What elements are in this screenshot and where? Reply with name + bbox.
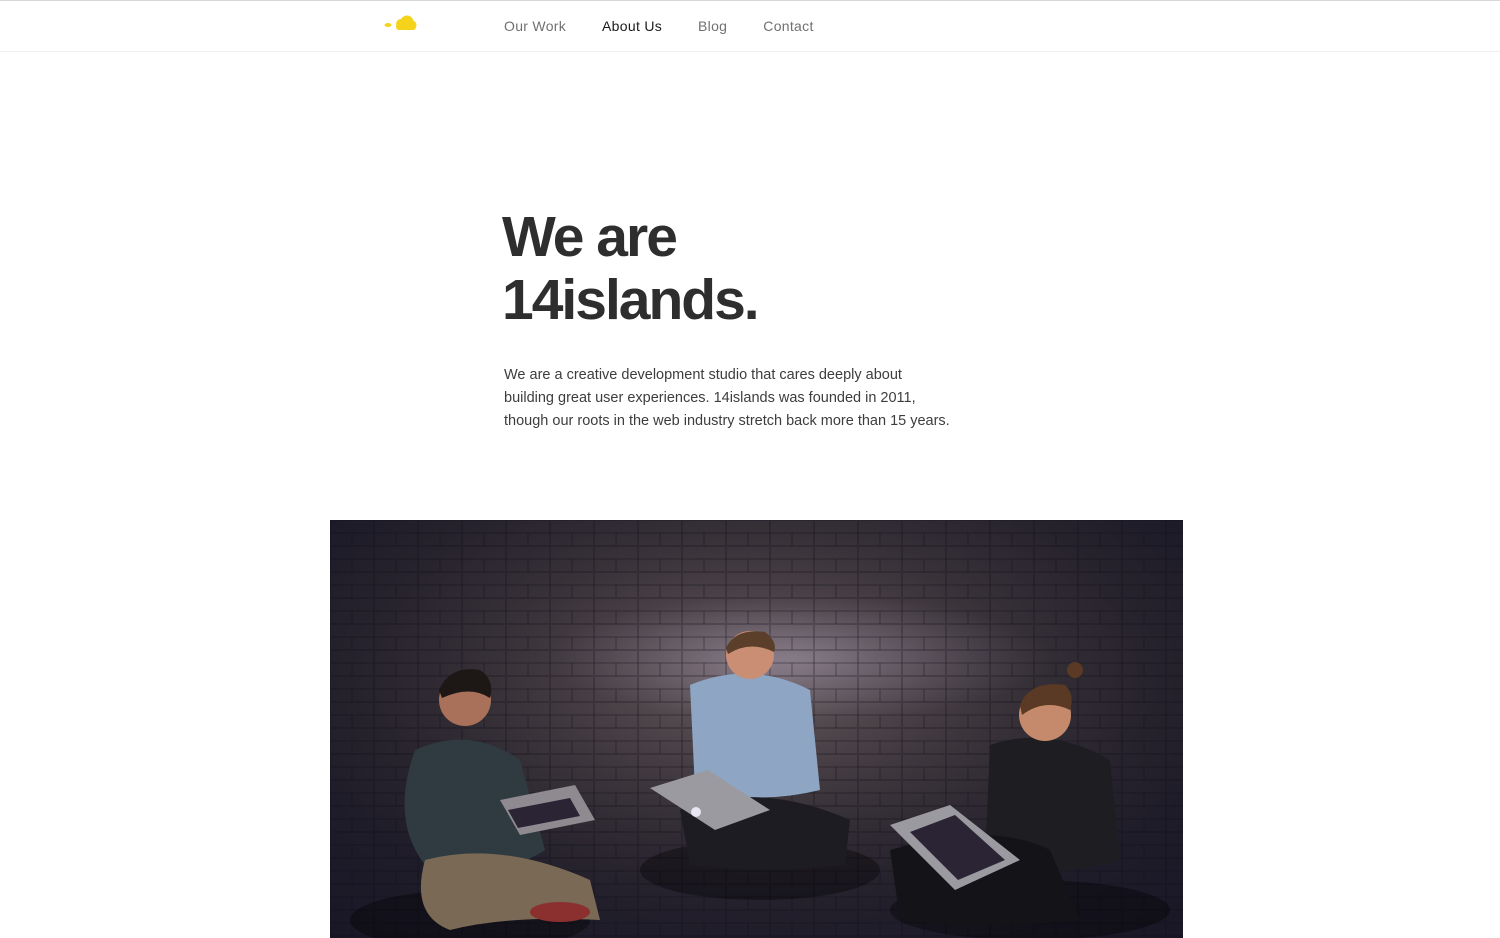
nav-item-about-us[interactable]: About Us	[602, 18, 662, 34]
intro-line-3: though our roots in the web industry str…	[504, 413, 950, 429]
nav-item-contact[interactable]: Contact	[763, 18, 813, 34]
main-nav: Our Work About Us Blog Contact	[504, 1, 850, 51]
nav-item-blog[interactable]: Blog	[698, 18, 727, 34]
site-header: Our Work About Us Blog Contact	[0, 1, 1500, 52]
intro-line-2: building great user experiences. 14islan…	[504, 390, 916, 406]
logo-icon[interactable]	[382, 13, 422, 37]
intro-paragraph: We are a creative development studio tha…	[504, 364, 974, 433]
page-title-line-2: 14islands.	[502, 268, 760, 332]
page-title: We are 14islands.	[502, 205, 760, 332]
team-photo	[330, 520, 1183, 938]
intro-line-1: We are a creative development studio tha…	[504, 367, 902, 383]
page-title-line-1: We are	[502, 205, 678, 269]
nav-item-our-work[interactable]: Our Work	[504, 18, 566, 34]
